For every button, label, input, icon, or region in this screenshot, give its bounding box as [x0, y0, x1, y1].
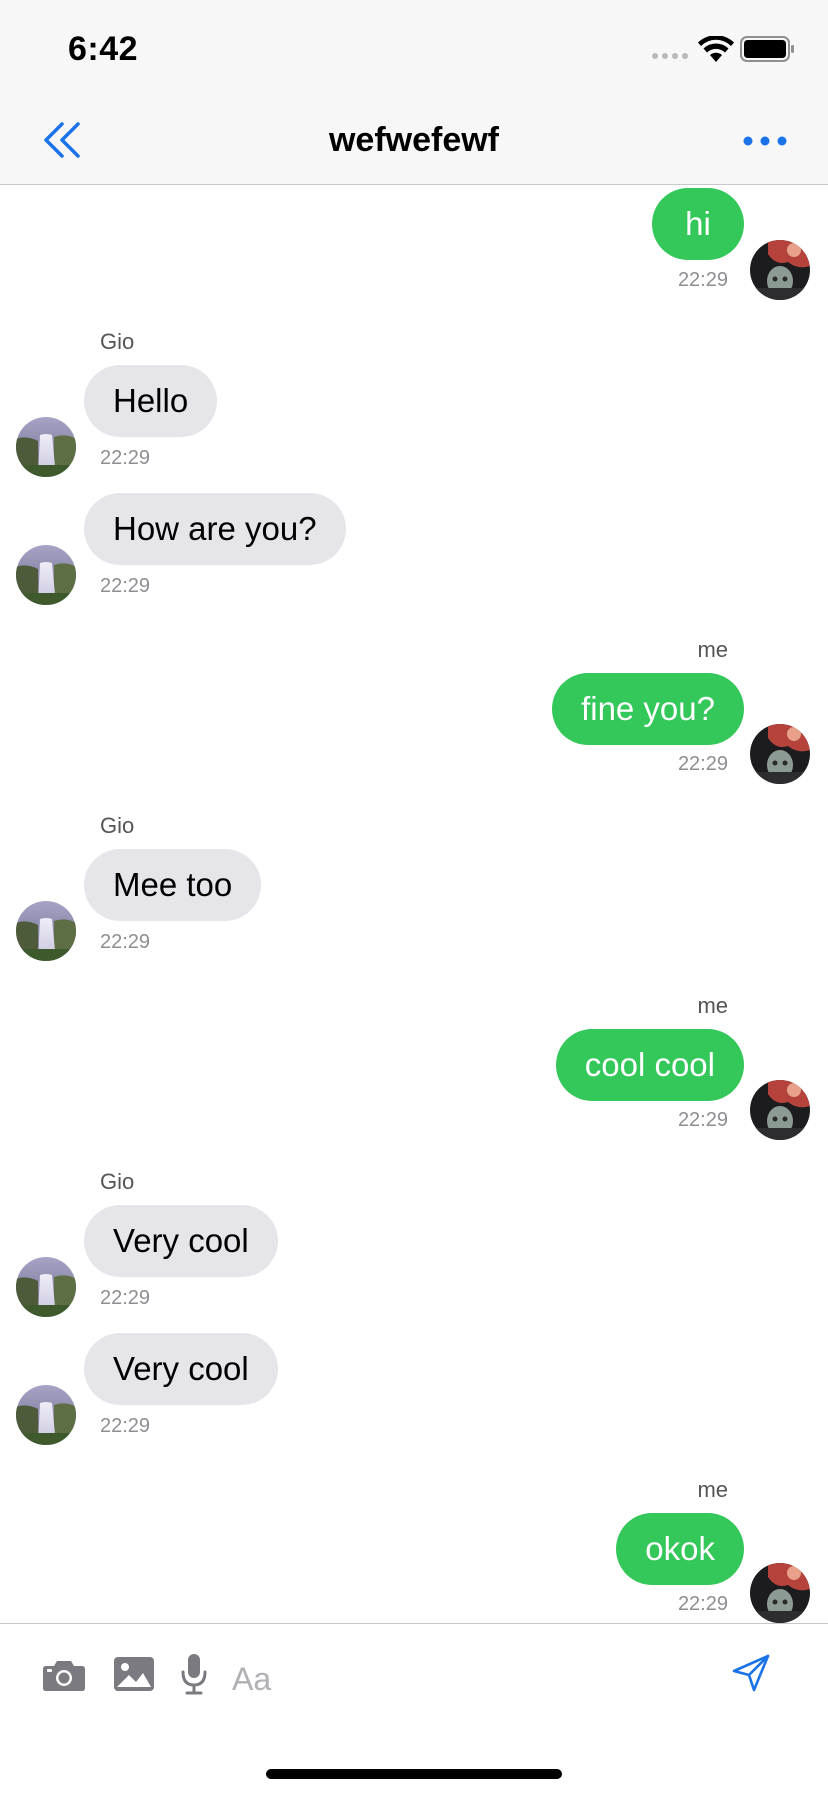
my-avatar[interactable]	[750, 724, 810, 784]
incoming-message-bubble[interactable]: Mee too	[84, 849, 262, 921]
chat-title: wefwefewf	[328, 121, 500, 159]
incoming-message-bubble[interactable]: How are you?	[84, 493, 346, 565]
camera-icon[interactable]	[42, 1658, 86, 1692]
status-bar: 6:42	[0, 0, 828, 96]
my-avatar[interactable]	[750, 1563, 810, 1623]
sender-name: me	[697, 993, 728, 1018]
cellular-signal-icon	[652, 53, 688, 59]
message-list[interactable]: hi 22:29 Gio Hello 22:29 How are you? 22…	[0, 185, 828, 1623]
outgoing-message-bubble[interactable]: fine you?	[552, 673, 744, 745]
message-time: 22:29	[677, 753, 728, 775]
outgoing-message-bubble[interactable]: cool cool	[555, 1029, 744, 1101]
incoming-message-bubble[interactable]: Very cool	[84, 1333, 278, 1405]
sender-name: Gio	[100, 1169, 135, 1194]
sender-name: Gio	[100, 813, 135, 838]
message-time: 22:29	[100, 575, 151, 597]
contact-avatar[interactable]	[16, 1257, 76, 1317]
contact-avatar[interactable]	[16, 417, 76, 477]
microphone-icon[interactable]	[180, 1652, 208, 1696]
incoming-message-bubble[interactable]: Hello	[84, 365, 218, 437]
wifi-icon	[698, 36, 734, 62]
image-icon[interactable]	[113, 1656, 155, 1692]
my-avatar[interactable]	[750, 1080, 810, 1140]
message-time: 22:29	[100, 447, 151, 469]
my-avatar[interactable]	[750, 240, 810, 300]
message-time: 22:29	[100, 1287, 151, 1309]
sender-name: me	[697, 1477, 728, 1502]
contact-avatar[interactable]	[16, 901, 76, 961]
message-time: 22:29	[677, 1593, 728, 1615]
sender-name: me	[697, 637, 728, 662]
message-time: 22:29	[100, 1415, 151, 1437]
sender-name: Gio	[100, 329, 135, 354]
battery-icon	[740, 36, 794, 62]
home-indicator	[266, 1769, 562, 1779]
message-time: 22:29	[100, 931, 151, 953]
message-input-bar	[0, 1623, 828, 1793]
more-dots-icon[interactable]	[740, 126, 790, 156]
outgoing-message-bubble[interactable]: okok	[616, 1513, 744, 1585]
status-time: 6:42	[68, 30, 139, 68]
message-time: 22:29	[677, 1109, 728, 1131]
navigation-bar: wefwefewf	[0, 96, 828, 185]
message-time: 22:29	[677, 269, 728, 291]
incoming-message-bubble[interactable]: Very cool	[84, 1205, 278, 1277]
contact-avatar[interactable]	[16, 1385, 76, 1445]
message-input[interactable]	[232, 1654, 692, 1704]
send-icon[interactable]	[730, 1652, 772, 1694]
outgoing-message-bubble[interactable]: hi	[652, 188, 744, 260]
contact-avatar[interactable]	[16, 545, 76, 605]
